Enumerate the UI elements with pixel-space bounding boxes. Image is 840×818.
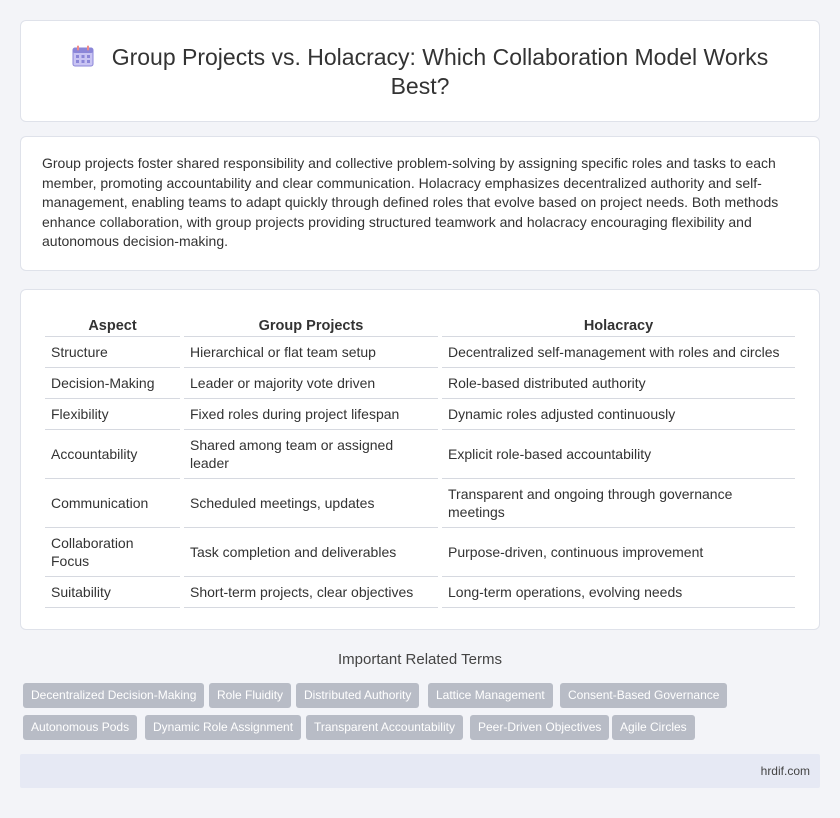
- table-cell: Explicit role-based accountability: [442, 430, 795, 479]
- page-title-text: Group Projects vs. Holacracy: Which Coll…: [111, 44, 769, 99]
- tag-distributed-authority[interactable]: Distributed Authority: [296, 683, 420, 708]
- table-cell: Suitability: [45, 577, 180, 608]
- footer: hrdif.com: [20, 754, 820, 788]
- tag-agile-circles[interactable]: Agile Circles: [612, 715, 695, 740]
- table-row: Collaboration Focus Task completion and …: [45, 528, 795, 577]
- table-cell: Dynamic roles adjusted continuously: [442, 399, 795, 430]
- table-cell: Leader or majority vote driven: [184, 368, 438, 399]
- table-cell: Task completion and deliverables: [184, 528, 438, 577]
- table-cell: Decision-Making: [45, 368, 180, 399]
- intro-paragraph: Group projects foster shared responsibil…: [42, 155, 779, 249]
- comparison-card: Aspect Group Projects Holacracy Structur…: [20, 289, 820, 630]
- table-cell: Purpose-driven, continuous improvement: [442, 528, 795, 577]
- tag-role-fluidity[interactable]: Role Fluidity: [209, 683, 292, 708]
- header-holacracy: Holacracy: [442, 315, 795, 337]
- table-cell: Shared among team or assigned leader: [184, 430, 438, 479]
- table-cell: Structure: [45, 337, 180, 368]
- tag-dynamic-role-assignment[interactable]: Dynamic Role Assignment: [145, 715, 302, 740]
- calendar-icon: [72, 45, 94, 67]
- tag-consent-based-governance[interactable]: Consent-Based Governance: [560, 683, 728, 708]
- title-card: Group Projects vs. Holacracy: Which Coll…: [20, 20, 820, 122]
- table-cell: Collaboration Focus: [45, 528, 180, 577]
- related-terms-heading: Important Related Terms: [338, 651, 502, 668]
- comparison-table: Aspect Group Projects Holacracy Structur…: [41, 315, 799, 608]
- footer-site-link[interactable]: hrdif.com: [761, 764, 810, 778]
- table-cell: Hierarchical or flat team setup: [184, 337, 438, 368]
- tag-lattice-management[interactable]: Lattice Management: [428, 683, 553, 708]
- header-aspect: Aspect: [45, 315, 180, 337]
- intro-card: Group projects foster shared responsibil…: [20, 136, 820, 271]
- tag-autonomous-pods[interactable]: Autonomous Pods: [23, 715, 138, 740]
- table-row: Suitability Short-term projects, clear o…: [45, 577, 795, 608]
- table-row: Communication Scheduled meetings, update…: [45, 479, 795, 528]
- table-cell: Accountability: [45, 430, 180, 479]
- table-row: Structure Hierarchical or flat team setu…: [45, 337, 795, 368]
- tag-transparent-accountability[interactable]: Transparent Accountability: [306, 715, 463, 740]
- table-header-row: Aspect Group Projects Holacracy: [45, 315, 795, 337]
- table-row: Decision-Making Leader or majority vote …: [45, 368, 795, 399]
- table-cell: Long-term operations, evolving needs: [442, 577, 795, 608]
- table-cell: Flexibility: [45, 399, 180, 430]
- tag-decentralized-decision-making[interactable]: Decentralized Decision-Making: [23, 683, 205, 708]
- table-cell: Short-term projects, clear objectives: [184, 577, 438, 608]
- table-row: Flexibility Fixed roles during project l…: [45, 399, 795, 430]
- table-cell: Fixed roles during project lifespan: [184, 399, 438, 430]
- table-cell: Scheduled meetings, updates: [184, 479, 438, 528]
- table-cell: Transparent and ongoing through governan…: [442, 479, 795, 528]
- table-cell: Communication: [45, 479, 180, 528]
- page-title: Group Projects vs. Holacracy: Which Coll…: [41, 43, 799, 101]
- table-cell: Role-based distributed authority: [442, 368, 795, 399]
- table-row: Accountability Shared among team or assi…: [45, 430, 795, 479]
- tag-peer-driven-objectives[interactable]: Peer-Driven Objectives: [470, 715, 610, 740]
- header-group-projects: Group Projects: [184, 315, 438, 337]
- table-cell: Decentralized self-management with roles…: [442, 337, 795, 368]
